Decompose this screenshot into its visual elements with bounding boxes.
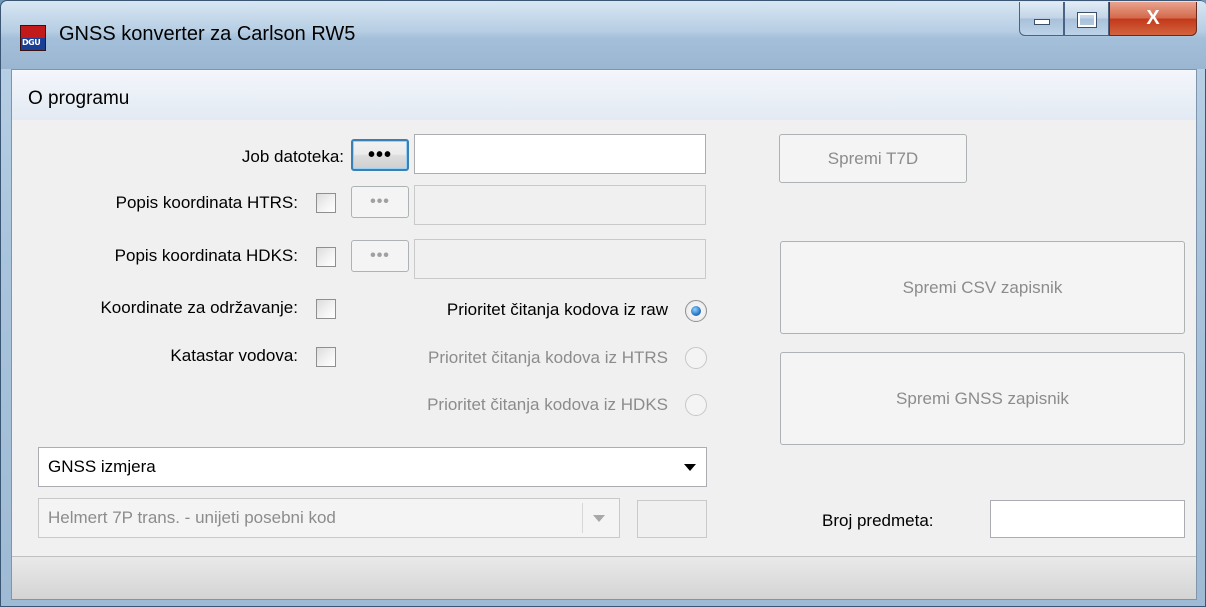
hdks-browse-button[interactable]: ••• <box>351 240 409 272</box>
ellipsis-icon: ••• <box>370 247 390 264</box>
case-number-label: Broj predmeta: <box>822 511 934 530</box>
close-button[interactable]: X <box>1109 2 1197 36</box>
close-icon: X <box>1146 7 1160 29</box>
htrs-file-input[interactable] <box>414 185 706 225</box>
save-gnss-button[interactable]: Spremi GNSS zapisnik <box>780 352 1185 445</box>
job-file-label: Job datoteka: <box>241 147 344 166</box>
cadastre-label: Katastar vodova: <box>170 346 298 365</box>
maintenance-label: Koordinate za održavanje: <box>100 298 298 317</box>
hdks-label: Popis koordinata HDKS: <box>114 246 298 265</box>
radio-raw[interactable] <box>685 300 707 322</box>
ellipsis-icon: ••• <box>367 144 392 166</box>
case-number-input[interactable] <box>990 500 1185 538</box>
status-bar <box>12 556 1196 599</box>
htrs-checkbox[interactable] <box>316 193 336 213</box>
title-bar[interactable]: GNSS konverter za Carlson RW5 X <box>1 1 1206 69</box>
menu-item-about[interactable]: O programu <box>28 88 129 110</box>
minimize-button[interactable] <box>1019 2 1064 36</box>
hdks-checkbox[interactable] <box>316 247 336 267</box>
menu-bar: O programu <box>12 70 1196 120</box>
app-icon[interactable] <box>20 25 46 51</box>
save-t7d-button[interactable]: Spremi T7D <box>779 134 967 183</box>
htrs-browse-button[interactable]: ••• <box>351 186 409 218</box>
ellipsis-icon: ••• <box>370 193 390 210</box>
cadastre-checkbox[interactable] <box>316 347 336 367</box>
maintenance-checkbox[interactable] <box>316 299 336 319</box>
radio-hdks[interactable] <box>685 394 707 416</box>
radio-htrs[interactable] <box>685 347 707 369</box>
survey-type-select[interactable]: GNSS izmjera <box>38 447 707 487</box>
chevron-down-icon <box>684 464 696 471</box>
caption-buttons: X <box>1019 2 1197 36</box>
special-code-input[interactable] <box>637 500 707 538</box>
survey-type-value: GNSS izmjera <box>48 457 156 476</box>
save-csv-button[interactable]: Spremi CSV zapisnik <box>780 241 1185 334</box>
chevron-down-icon <box>593 515 605 522</box>
main-window: GNSS konverter za Carlson RW5 X O progra… <box>0 0 1206 607</box>
client-area: O programu Job datoteka: ••• Popis koord… <box>11 69 1197 600</box>
transformation-value: Helmert 7P trans. - unijeti posebni kod <box>48 508 336 527</box>
dropdown-separator <box>582 503 583 533</box>
radio-htrs-label: Prioritet čitanja kodova iz HTRS <box>428 348 668 367</box>
maximize-button[interactable] <box>1064 2 1109 36</box>
htrs-label: Popis koordinata HTRS: <box>115 193 298 212</box>
job-file-input[interactable] <box>414 134 706 174</box>
radio-hdks-label: Prioritet čitanja kodova iz HDKS <box>427 395 668 414</box>
radio-raw-label: Prioritet čitanja kodova iz raw <box>446 300 668 319</box>
hdks-file-input[interactable] <box>414 239 706 279</box>
transformation-select[interactable]: Helmert 7P trans. - unijeti posebni kod <box>38 498 620 538</box>
job-browse-button[interactable]: ••• <box>351 139 409 171</box>
window-title: GNSS konverter za Carlson RW5 <box>59 23 356 45</box>
